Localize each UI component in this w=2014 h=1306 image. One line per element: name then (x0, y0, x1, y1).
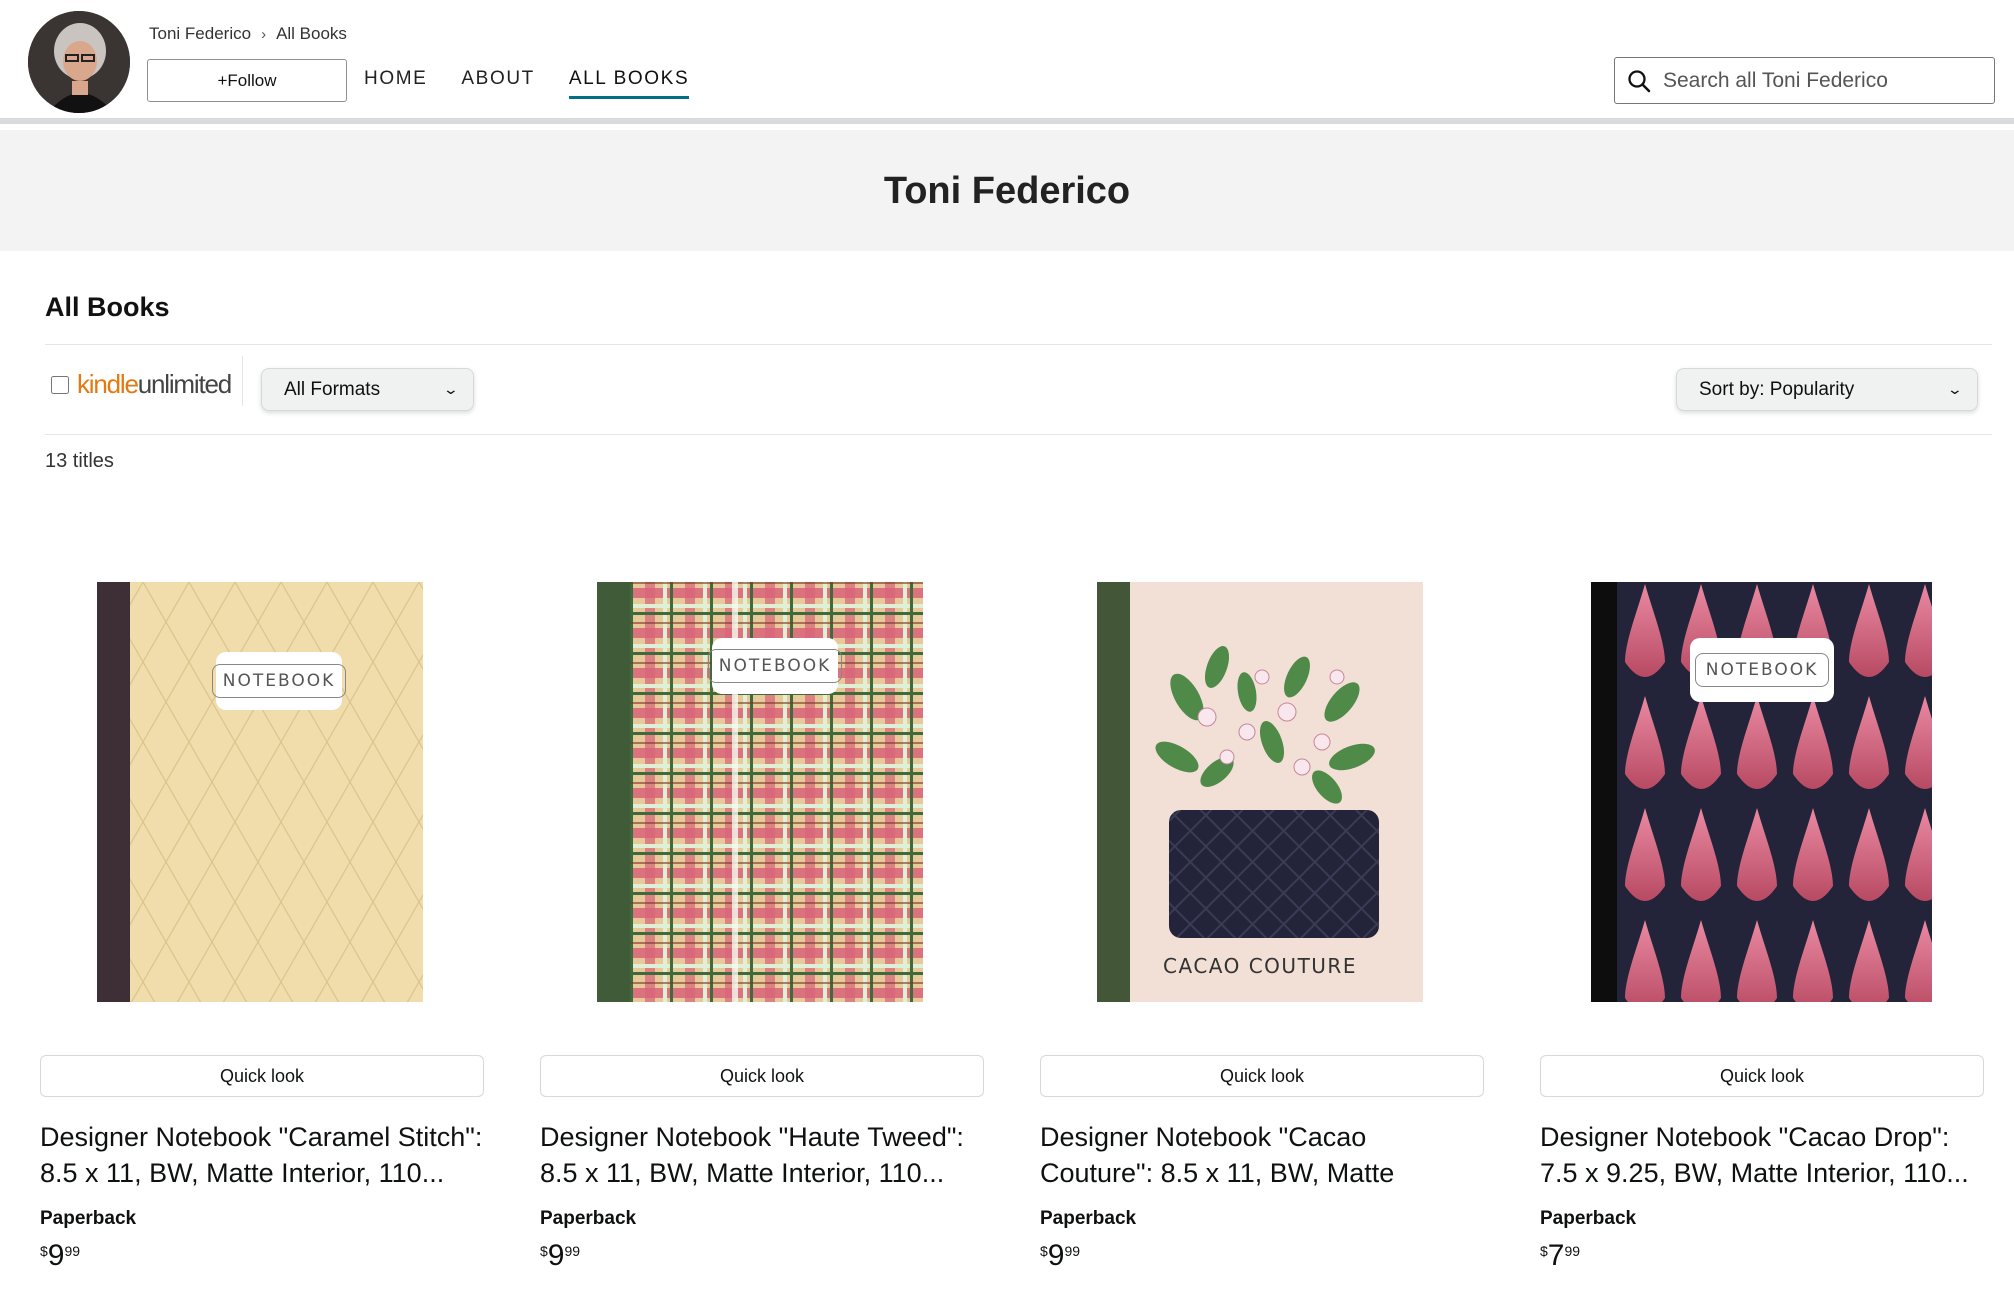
book-title[interactable]: Designer Notebook "Haute Tweed": 8.5 x 1… (540, 1119, 984, 1191)
book-format[interactable]: Paperback (1040, 1208, 1136, 1230)
cover-caramel-stitch (97, 582, 423, 1002)
author-header: Toni Federico › All Books +Follow HOME A… (0, 0, 2014, 124)
title-count: 13 titles (45, 450, 114, 472)
chevron-down-icon: ⌄ (442, 381, 460, 397)
author-avatar[interactable] (28, 11, 130, 113)
book-title[interactable]: Designer Notebook "Caramel Stitch": 8.5 … (40, 1119, 484, 1191)
breadcrumb-all-books[interactable]: All Books (276, 24, 347, 44)
book-format[interactable]: Paperback (1540, 1208, 1636, 1230)
books-section: All Books kindleunlimited All Formats ⌄ … (12, 251, 2014, 1306)
quick-look-button[interactable]: Quick look (40, 1055, 484, 1097)
nav-about[interactable]: ABOUT (461, 68, 534, 99)
search-icon (1628, 69, 1651, 92)
divider (45, 434, 1992, 435)
book-price: $7 99 (1540, 1239, 1581, 1272)
format-dropdown-value: All Formats (284, 378, 381, 400)
search-input[interactable] (1663, 68, 1983, 93)
book-cover[interactable]: NOTEBOOK (97, 582, 423, 1002)
filter-bar: kindleunlimited All Formats ⌄ Sort by: P… (45, 356, 1992, 434)
kindle-unlimited-logo: kindleunlimited (77, 369, 232, 399)
breadcrumb: Toni Federico › All Books (149, 24, 347, 44)
book-title[interactable]: Designer Notebook "Cacao Drop": 7.5 x 9.… (1540, 1119, 1984, 1191)
divider (45, 344, 1992, 345)
follow-button[interactable]: +Follow (147, 59, 347, 102)
quick-look-button[interactable]: Quick look (540, 1055, 984, 1097)
book-cover[interactable]: NOTEBOOK (1591, 582, 1932, 1002)
nav-home[interactable]: HOME (364, 68, 427, 99)
cover-cacao-couture (1097, 582, 1423, 1002)
author-photo (28, 11, 130, 113)
sort-dropdown-value: Sort by: Popularity (1699, 378, 1855, 400)
book-format[interactable]: Paperback (40, 1208, 136, 1230)
cover-label: NOTEBOOK (707, 638, 843, 694)
filter-divider (242, 356, 243, 406)
book-title[interactable]: Designer Notebook "Cacao Couture": 8.5 x… (1040, 1119, 1484, 1191)
quick-look-button[interactable]: Quick look (1540, 1055, 1984, 1097)
search-box[interactable] (1614, 57, 1995, 104)
section-title: All Books (45, 292, 170, 322)
book-price: $9 99 (540, 1239, 581, 1272)
page-title: Toni Federico (883, 170, 1131, 212)
book-format[interactable]: Paperback (540, 1208, 636, 1230)
cover-label: NOTEBOOK (211, 652, 347, 710)
chevron-right-icon: › (261, 25, 267, 43)
book-price: $9 99 (1040, 1239, 1081, 1272)
cover-label: CACAO COUTURE (1163, 954, 1357, 978)
author-banner: Toni Federico (0, 130, 2014, 251)
chevron-down-icon: ⌄ (1946, 381, 1964, 397)
sort-dropdown[interactable]: Sort by: Popularity ⌄ (1676, 368, 1978, 411)
book-price: $9 99 (40, 1239, 81, 1272)
nav-all-books[interactable]: ALL BOOKS (568, 68, 690, 99)
kindle-unlimited-filter[interactable]: kindleunlimited (51, 369, 232, 400)
book-cover[interactable]: CACAO COUTURE (1097, 582, 1423, 1002)
kindle-unlimited-checkbox[interactable] (51, 375, 69, 394)
format-dropdown[interactable]: All Formats ⌄ (261, 368, 474, 411)
author-nav: HOME ABOUT ALL BOOKS (364, 68, 690, 99)
quick-look-button[interactable]: Quick look (1040, 1055, 1484, 1097)
cover-label: NOTEBOOK (1690, 638, 1834, 702)
breadcrumb-author[interactable]: Toni Federico (149, 24, 251, 44)
book-cover[interactable]: NOTEBOOK (597, 582, 923, 1002)
